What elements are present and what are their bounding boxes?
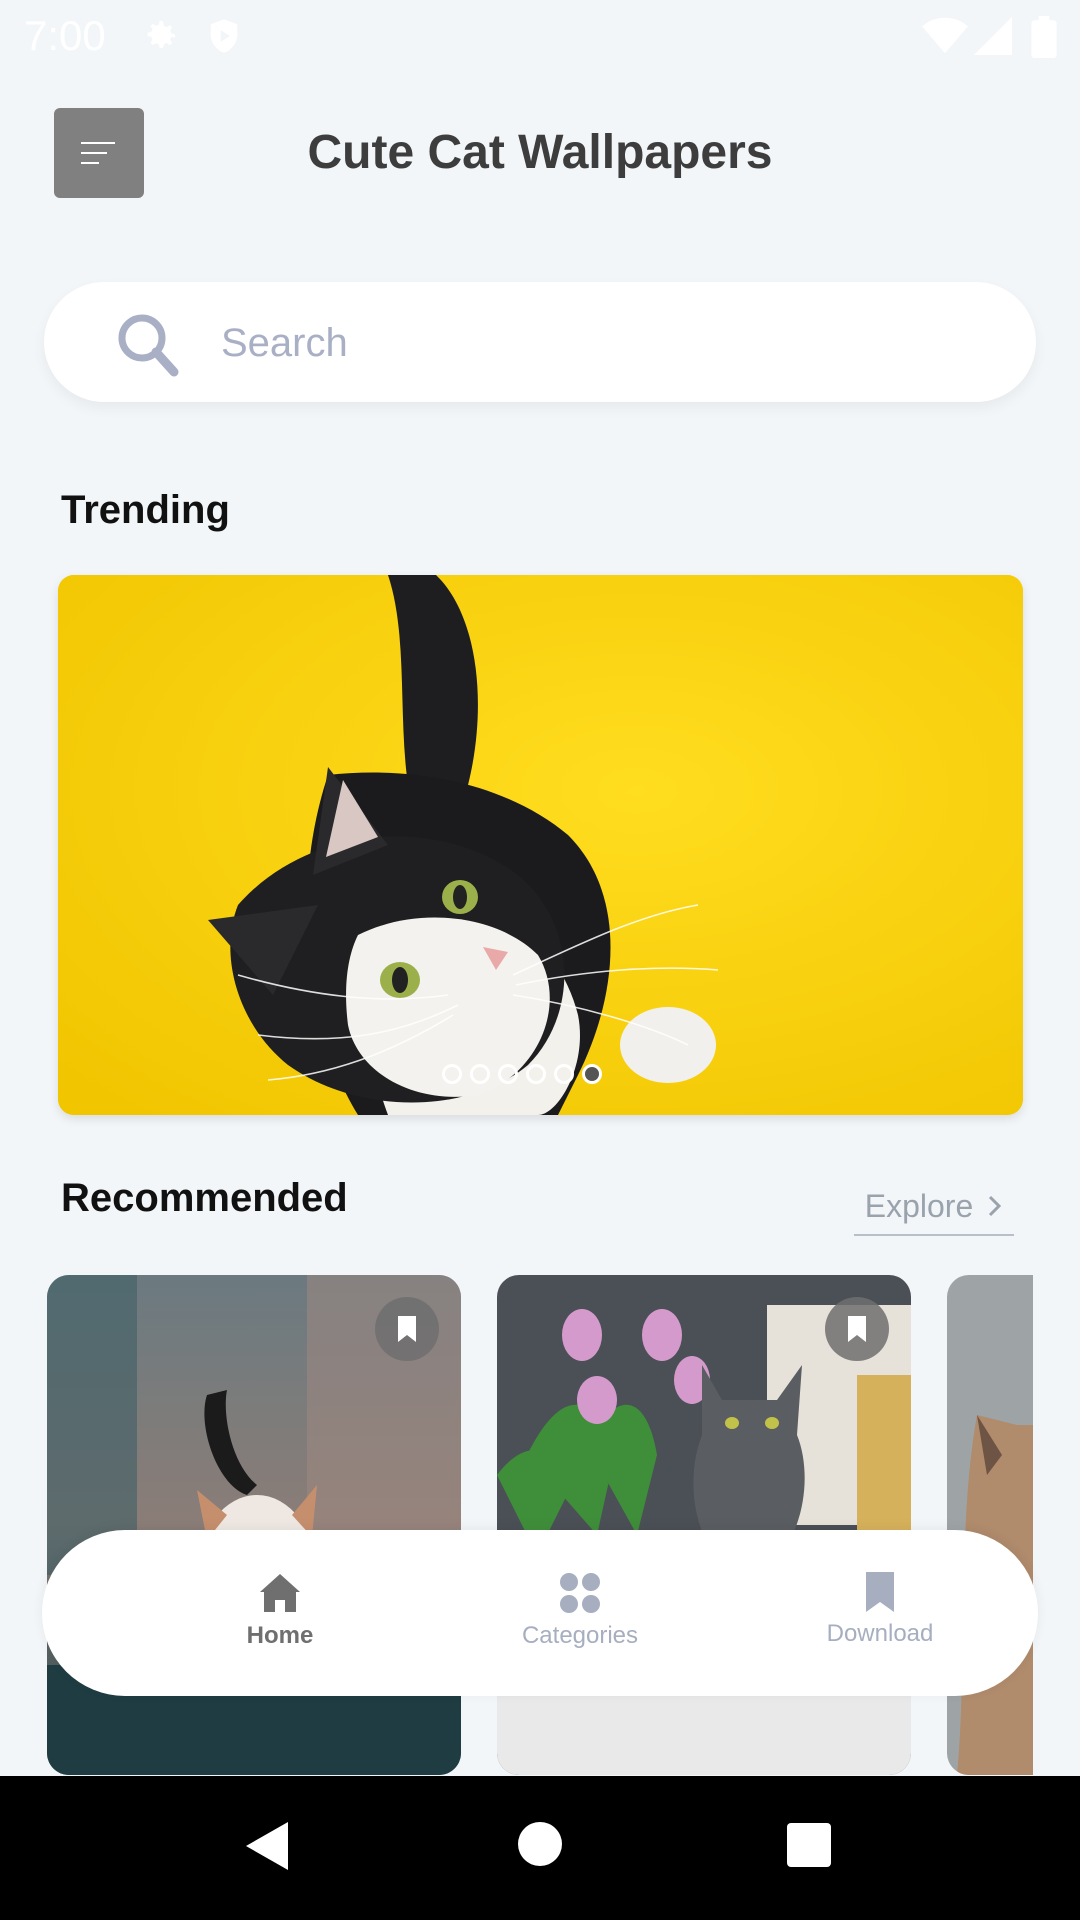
categories-icon	[560, 1573, 600, 1613]
carousel-dot[interactable]	[554, 1064, 574, 1084]
carousel-dot[interactable]	[498, 1064, 518, 1084]
gear-icon	[147, 21, 175, 48]
bookmark-button[interactable]	[825, 1297, 889, 1361]
bookmark-icon	[848, 1316, 866, 1342]
nav-categories[interactable]: Categories	[480, 1572, 680, 1650]
search-input[interactable]	[219, 312, 983, 374]
explore-link[interactable]: Explore	[854, 1178, 1014, 1236]
bottom-nav: Home Categories Download	[42, 1530, 1038, 1696]
recommended-cat-image	[947, 1275, 1033, 1775]
nav-home-label: Home	[246, 1622, 314, 1649]
recommended-card[interactable]	[497, 1275, 911, 1775]
home-icon	[260, 1574, 300, 1612]
menu-icon	[81, 142, 115, 164]
system-nav-bar	[0, 1776, 1080, 1920]
wifi-icon	[922, 17, 968, 54]
explore-label: Explore	[864, 1187, 974, 1224]
nav-categories-label: Categories	[521, 1622, 639, 1649]
search-icon	[118, 314, 179, 377]
carousel-dot[interactable]	[442, 1064, 462, 1084]
menu-button[interactable]	[54, 108, 144, 198]
status-time: 7:00	[24, 12, 106, 59]
carousel-dot[interactable]	[526, 1064, 546, 1084]
recommended-card[interactable]	[47, 1275, 461, 1775]
status-bar: 7:00	[0, 0, 1080, 72]
back-icon[interactable]	[244, 1820, 290, 1872]
carousel-dot[interactable]	[470, 1064, 490, 1084]
trending-card[interactable]	[58, 575, 1023, 1115]
recents-icon[interactable]	[786, 1822, 832, 1868]
recommended-heading: Recommended	[61, 1176, 348, 1220]
bookmark-icon	[866, 1572, 894, 1612]
home-button-icon[interactable]	[516, 1820, 564, 1868]
trending-heading: Trending	[61, 488, 230, 532]
bookmark-button[interactable]	[375, 1297, 439, 1361]
trending-cat-image	[58, 575, 1023, 1115]
search-bar[interactable]	[44, 282, 1036, 402]
cell-signal-icon	[974, 17, 1012, 55]
carousel-indicator	[442, 1064, 602, 1084]
nav-home[interactable]: Home	[180, 1572, 380, 1650]
nav-download[interactable]: Download	[780, 1572, 980, 1648]
recommended-card[interactable]	[947, 1275, 1033, 1775]
nav-download-label: Download	[826, 1620, 934, 1647]
app-title: Cute Cat Wallpapers	[307, 126, 773, 179]
chevron-right-icon	[989, 1195, 1002, 1217]
carousel-dot-active[interactable]	[582, 1064, 602, 1084]
shield-play-icon	[210, 19, 238, 53]
battery-icon	[1031, 16, 1057, 58]
bookmark-icon	[398, 1316, 416, 1342]
